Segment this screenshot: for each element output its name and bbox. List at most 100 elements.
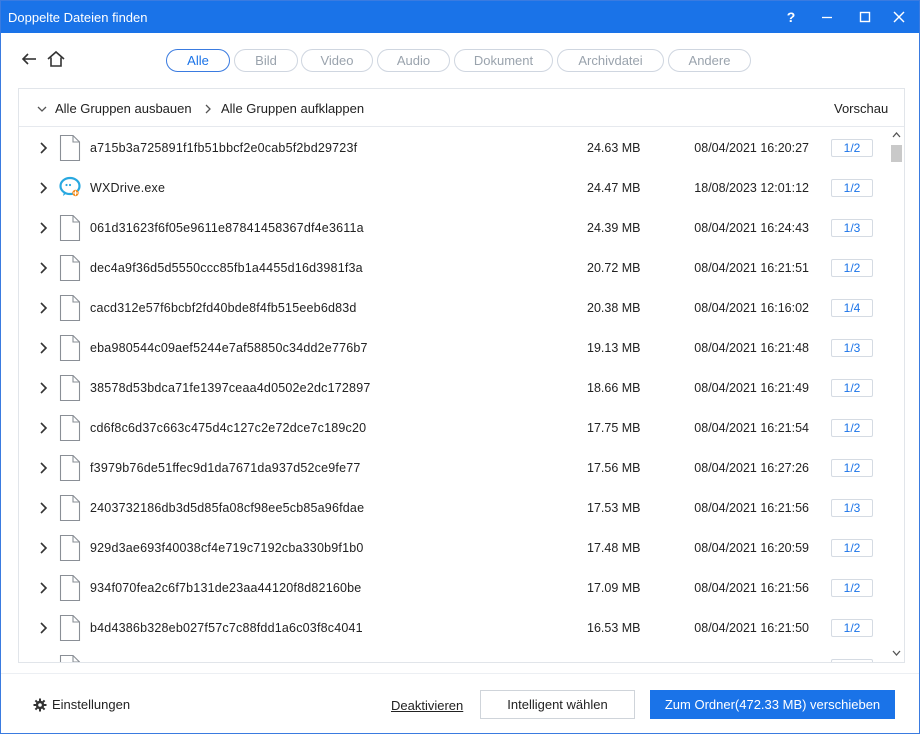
chevron-right-icon[interactable]	[38, 141, 50, 155]
list-item[interactable]: eba980544c09aef5244e7af58850c34dd2e776b7…	[19, 328, 889, 368]
list-item[interactable]: cacd312e57f6bcbf2fd40bde8f4fb515eeb6d83d…	[19, 288, 889, 328]
collapse-all-button[interactable]: Alle Gruppen aufklappen	[203, 101, 364, 116]
file-size: 19.13 MB	[587, 341, 641, 355]
file-icon	[59, 534, 81, 562]
chevron-right-icon[interactable]	[38, 381, 50, 395]
file-name: 934f070fea2c6f7b131de23aa44120f8d82160be	[90, 581, 362, 595]
chevron-right-icon[interactable]	[38, 261, 50, 275]
file-size: 20.38 MB	[587, 301, 641, 315]
list-item[interactable]: 38578d53bdca71fe1397ceaa4d0502e2dc172897…	[19, 368, 889, 408]
tab-dokument[interactable]: Dokument	[454, 49, 553, 72]
list-item[interactable]: b4d4386b328eb027f57c7c88fdd1a6c03f8c4041…	[19, 608, 889, 648]
chevron-right-icon[interactable]	[38, 501, 50, 515]
preview-column-header: Vorschau	[834, 101, 889, 116]
gear-icon	[33, 698, 47, 711]
preview-count-button[interactable]: 1/3	[831, 339, 873, 357]
list-item[interactable]	[19, 648, 889, 662]
list-item[interactable]: 929d3ae693f40038cf4e719c7192cba330b9f1b0…	[19, 528, 889, 568]
back-button[interactable]	[20, 50, 38, 68]
vertical-scrollbar[interactable]	[889, 128, 904, 662]
maximize-button[interactable]	[847, 1, 883, 33]
preview-count-button[interactable]: 1/2	[831, 419, 873, 437]
preview-count-button[interactable]: 1/2	[831, 259, 873, 277]
file-name: a715b3a725891f1fb51bbcf2e0cab5f2bd29723f	[90, 141, 358, 155]
file-date: 18/08/2023 12:01:12	[694, 181, 809, 195]
preview-count-button[interactable]: 1/2	[831, 179, 873, 197]
close-icon	[893, 11, 905, 23]
scrollbar-thumb[interactable]	[891, 145, 902, 162]
list-item[interactable]: 2403732186db3d5d85fa08cf98ee5cb85a96fdae…	[19, 488, 889, 528]
list-item[interactable]: dec4a9f36d5d5550ccc85fb1a4455d16d3981f3a…	[19, 248, 889, 288]
tab-alle[interactable]: Alle	[166, 49, 230, 72]
list-item[interactable]: a715b3a725891f1fb51bbcf2e0cab5f2bd29723f…	[19, 128, 889, 168]
file-icon	[59, 294, 81, 322]
chevron-right-icon[interactable]	[38, 341, 50, 355]
file-name: f3979b76de51ffec9d1da7671da937d52ce9fe77	[90, 461, 361, 475]
chevron-right-icon[interactable]	[38, 181, 50, 195]
file-size: 17.53 MB	[587, 501, 641, 515]
file-size: 17.09 MB	[587, 581, 641, 595]
preview-count-button[interactable]: 1/2	[831, 619, 873, 637]
chevron-right-icon[interactable]	[38, 581, 50, 595]
file-icon	[59, 334, 81, 362]
chevron-right-icon	[205, 104, 211, 113]
list-item[interactable]: WXDrive.exe 24.47 MB 18/08/2023 12:01:12 1/…	[19, 168, 889, 208]
tab-archivdatei[interactable]: Archivdatei	[557, 49, 664, 72]
preview-count-button[interactable]: 1/2	[831, 579, 873, 597]
preview-count-button[interactable]: 1/2	[831, 139, 873, 157]
help-icon: ?	[786, 9, 796, 25]
file-name: dec4a9f36d5d5550ccc85fb1a4455d16d3981f3a	[90, 261, 363, 275]
maximize-icon	[859, 11, 871, 23]
file-icon	[59, 374, 81, 402]
preview-count-button[interactable]: 1/4	[831, 299, 873, 317]
tab-andere[interactable]: Andere	[668, 49, 751, 72]
preview-count-button[interactable]: 1/2	[831, 459, 873, 477]
help-button[interactable]: ?	[773, 1, 809, 33]
list-item[interactable]: cd6f8c6d37c663c475d4c127c2e72dce7c189c20…	[19, 408, 889, 448]
duplicate-list-panel: Alle Gruppen ausbauen Alle Gruppen aufkl…	[18, 88, 905, 663]
file-name: eba980544c09aef5244e7af58850c34dd2e776b7	[90, 341, 368, 355]
chevron-right-icon[interactable]	[38, 461, 50, 475]
file-date: 08/04/2021 16:21:49	[694, 381, 809, 395]
file-size: 24.63 MB	[587, 141, 641, 155]
tab-video[interactable]: Video	[301, 49, 373, 72]
file-name: 38578d53bdca71fe1397ceaa4d0502e2dc172897	[90, 381, 371, 395]
wxdrive-app-icon	[59, 176, 81, 197]
list-item[interactable]: 934f070fea2c6f7b131de23aa44120f8d82160be…	[19, 568, 889, 608]
minimize-button[interactable]	[809, 1, 845, 33]
smart-select-button[interactable]: Intelligent wählen	[480, 690, 635, 719]
file-date: 08/04/2021 16:24:43	[694, 221, 809, 235]
chevron-right-icon[interactable]	[38, 221, 50, 235]
home-button[interactable]	[46, 49, 66, 69]
collapse-all-label: Alle Gruppen aufklappen	[221, 101, 365, 116]
file-icon	[59, 654, 81, 662]
preview-count-button[interactable]: 1/3	[831, 499, 873, 517]
file-icon	[59, 574, 81, 602]
file-name: cd6f8c6d37c663c475d4c127c2e72dce7c189c20	[90, 421, 367, 435]
settings-button[interactable]: Einstellungen	[33, 697, 130, 712]
list-item[interactable]: 061d31623f6f05e9611e87841458367df4e3611a…	[19, 208, 889, 248]
close-button[interactable]	[881, 1, 917, 33]
deactivate-link[interactable]: Deaktivieren	[391, 698, 463, 713]
file-date: 08/04/2021 16:27:26	[694, 461, 809, 475]
move-to-folder-button[interactable]: Zum Ordner(472.33 MB) verschieben	[650, 690, 895, 719]
file-date: 08/04/2021 16:21:50	[694, 621, 809, 635]
scroll-down-icon[interactable]	[892, 649, 901, 657]
list-item[interactable]: f3979b76de51ffec9d1da7671da937d52ce9fe77…	[19, 448, 889, 488]
scroll-up-icon[interactable]	[892, 131, 901, 139]
expand-all-button[interactable]: Alle Gruppen ausbauen	[37, 101, 192, 116]
preview-count-button[interactable]	[831, 659, 873, 662]
tab-audio[interactable]: Audio	[377, 49, 450, 72]
chevron-right-icon[interactable]	[38, 541, 50, 555]
preview-count-button[interactable]: 1/2	[831, 379, 873, 397]
file-size: 17.75 MB	[587, 421, 641, 435]
expand-all-label: Alle Gruppen ausbauen	[55, 101, 192, 116]
preview-count-button[interactable]: 1/2	[831, 539, 873, 557]
chevron-right-icon[interactable]	[38, 421, 50, 435]
chevron-right-icon[interactable]	[38, 621, 50, 635]
preview-count-button[interactable]: 1/3	[831, 219, 873, 237]
chevron-right-icon[interactable]	[38, 301, 50, 315]
file-size: 18.66 MB	[587, 381, 641, 395]
tab-bild[interactable]: Bild	[234, 49, 298, 72]
file-size: 17.56 MB	[587, 461, 641, 475]
